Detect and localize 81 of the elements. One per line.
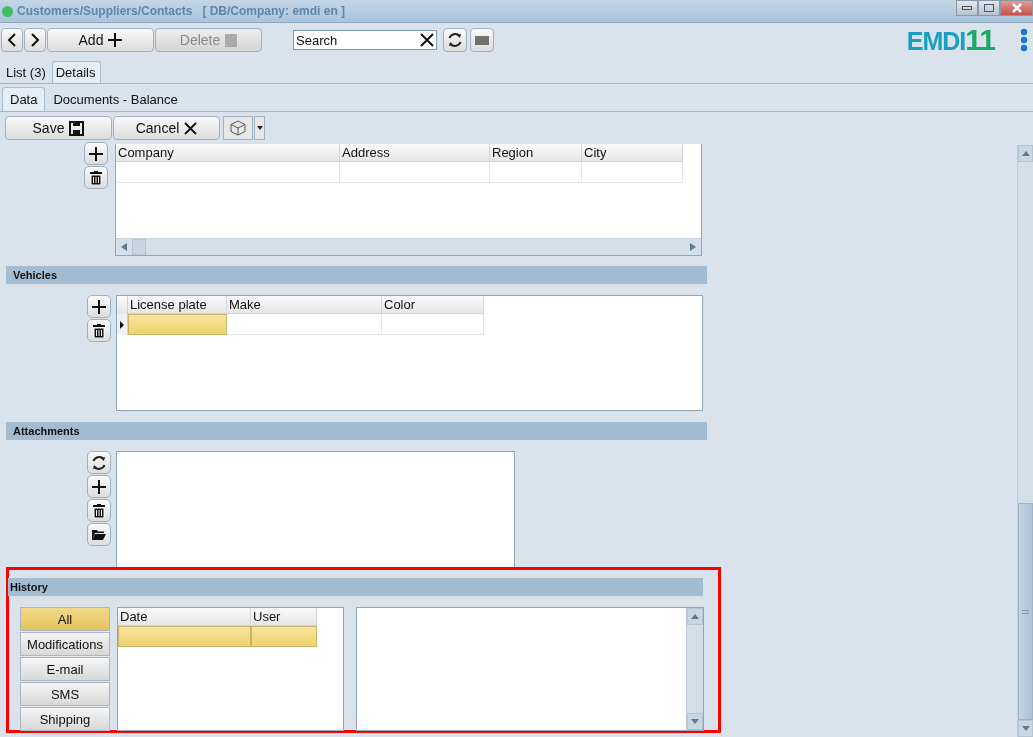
delete-button[interactable] xyxy=(84,166,108,189)
dropdown-button[interactable] xyxy=(254,116,265,140)
package-button[interactable] xyxy=(223,116,253,140)
column-header[interactable]: Make xyxy=(227,296,382,314)
section-header: Vehicles xyxy=(6,266,707,284)
app-icon xyxy=(2,5,13,17)
plus-icon xyxy=(92,479,106,494)
refresh-icon xyxy=(91,454,107,471)
close-icon xyxy=(1011,3,1022,13)
filter-button[interactable]: E-mail xyxy=(20,657,110,681)
column-header[interactable]: Date xyxy=(118,608,251,626)
refresh-icon xyxy=(447,32,463,48)
plus-icon xyxy=(108,33,123,47)
corner-header xyxy=(117,296,128,314)
tab[interactable]: Details xyxy=(51,61,102,83)
row-header[interactable] xyxy=(117,314,128,335)
clear-icon[interactable] xyxy=(420,33,434,47)
logo: EMDI11 xyxy=(906,23,995,57)
refresh-button[interactable] xyxy=(443,28,467,52)
x-icon xyxy=(184,121,198,135)
add-button[interactable] xyxy=(87,475,111,498)
add-button[interactable] xyxy=(84,142,108,165)
chevron-right-icon xyxy=(30,33,40,47)
filter-button[interactable]: Modifications xyxy=(20,632,110,656)
down-arrow-icon xyxy=(1021,726,1030,731)
more-icon[interactable] xyxy=(1020,28,1028,52)
up-arrow-icon xyxy=(691,614,699,619)
grip-icon xyxy=(1022,609,1029,614)
add-button[interactable]: Add xyxy=(47,28,154,52)
forward-button[interactable] xyxy=(24,28,46,52)
vertical-scrollbar[interactable] xyxy=(686,608,703,730)
tab[interactable]: Documents - Balance xyxy=(45,87,186,111)
filter-button[interactable]: SMS xyxy=(20,682,110,706)
open-folder-button[interactable] xyxy=(87,523,111,546)
table-cell[interactable] xyxy=(128,314,227,335)
barcode-button[interactable] xyxy=(470,28,494,52)
window-title: Customers/Suppliers/Contacts xyxy=(17,4,193,18)
scrollbar-thumb[interactable] xyxy=(1018,503,1033,720)
cancel-button[interactable]: Cancel xyxy=(113,116,220,140)
folder-icon xyxy=(92,529,106,540)
minimize-button[interactable] xyxy=(956,0,978,16)
filter-button[interactable]: Shipping xyxy=(20,707,110,731)
box-icon xyxy=(230,120,246,136)
maximize-icon xyxy=(984,4,994,12)
column-header[interactable]: Color xyxy=(382,296,484,314)
column-header[interactable]: License plate xyxy=(128,296,227,314)
caret-icon xyxy=(256,126,263,130)
horizontal-scrollbar[interactable] xyxy=(116,238,701,255)
refresh-button[interactable] xyxy=(87,451,111,474)
column-header[interactable]: Company xyxy=(116,144,340,162)
table-cell[interactable] xyxy=(251,626,317,647)
search-field[interactable]: Search xyxy=(293,30,437,50)
save-button[interactable]: Save xyxy=(5,116,112,140)
maximize-button[interactable] xyxy=(978,0,1000,16)
chevron-left-icon xyxy=(7,33,17,47)
left-arrow-icon xyxy=(121,243,127,251)
table-cell[interactable] xyxy=(118,626,251,647)
column-header[interactable]: User xyxy=(251,608,317,626)
section-header: History xyxy=(8,578,703,596)
minimize-icon xyxy=(962,5,972,11)
add-button[interactable] xyxy=(87,295,111,318)
row-pointer-icon xyxy=(120,320,124,329)
plus-icon xyxy=(92,299,106,314)
column-header[interactable]: Address xyxy=(340,144,490,162)
filter-button[interactable]: All xyxy=(20,607,110,631)
tab[interactable]: Data xyxy=(2,87,46,111)
column-header[interactable]: Region xyxy=(490,144,582,162)
window-subtitle: [ DB/Company: emdi en ] xyxy=(202,4,346,18)
vertical-scrollbar[interactable] xyxy=(1017,145,1033,737)
up-arrow-icon xyxy=(1021,151,1030,156)
column-header[interactable]: City xyxy=(582,144,683,162)
close-button[interactable] xyxy=(1000,0,1033,16)
tab[interactable]: List (3) xyxy=(2,61,52,83)
delete-button[interactable] xyxy=(87,499,111,522)
delete-button[interactable] xyxy=(87,319,111,342)
down-arrow-icon xyxy=(691,719,699,724)
back-button[interactable] xyxy=(1,28,23,52)
scrollbar-thumb[interactable] xyxy=(132,239,146,255)
plus-icon xyxy=(89,146,103,161)
section-header: Attachments xyxy=(6,422,707,440)
right-arrow-icon xyxy=(690,243,696,251)
